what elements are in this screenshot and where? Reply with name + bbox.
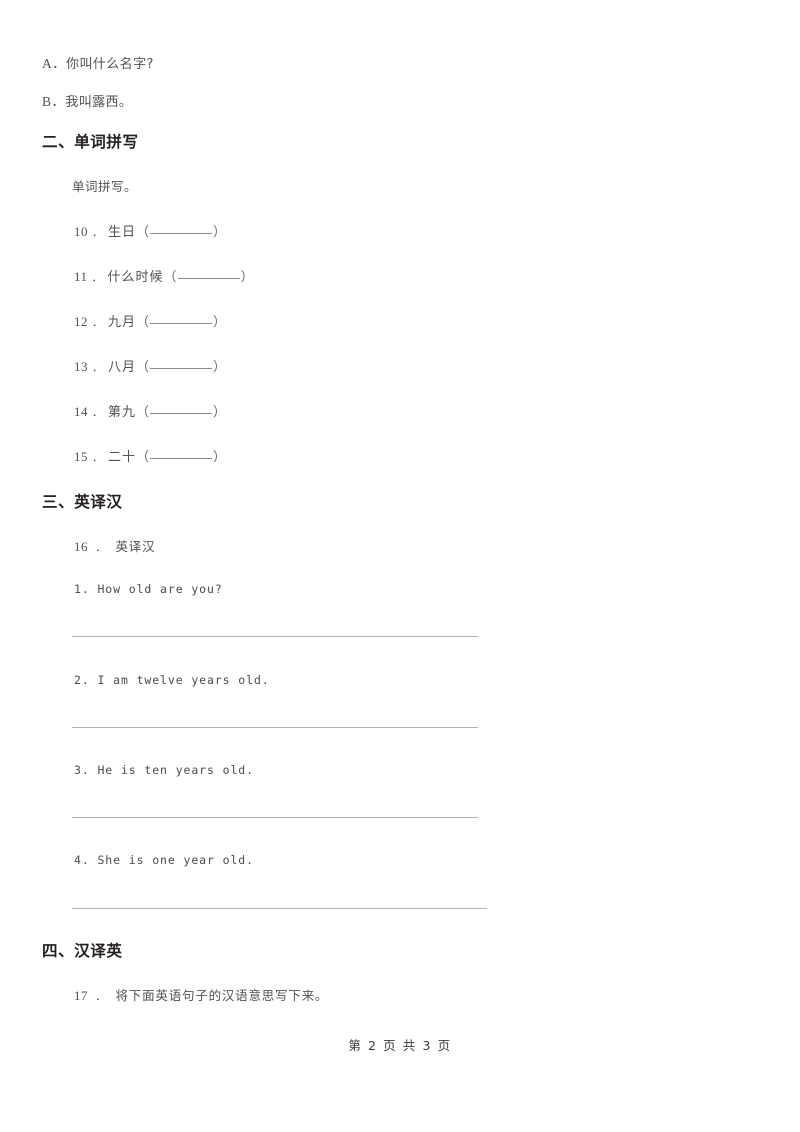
item-paren-open: （ (136, 450, 150, 465)
item-paren-open: （ (136, 315, 150, 330)
spelling-item-14: 14 ． 第九 （ ） (74, 401, 226, 420)
question-17: 17 ． 将下面英语句子的汉语意思写下来。 (74, 985, 328, 1004)
question-text: 英译汉 (115, 539, 156, 554)
answer-blank[interactable] (177, 278, 240, 279)
spelling-item-11: 11 ． 什么时候 （ ） (74, 266, 254, 285)
item-paren-close: ） (213, 225, 227, 240)
option-a-text: 你叫什么名字? (66, 57, 154, 72)
answer-rule-1[interactable] (72, 636, 478, 637)
answer-blank[interactable] (150, 458, 213, 459)
answer-rule-2[interactable] (72, 727, 478, 728)
spelling-item-12: 12 ． 九月 （ ） (74, 311, 226, 330)
item-paren-close: ） (213, 450, 227, 465)
spelling-item-15: 15 ． 二十 （ ） (74, 446, 226, 465)
spelling-item-13: 13 ． 八月 （ ） (74, 356, 226, 375)
answer-blank[interactable] (150, 413, 213, 414)
item-paren-close: ） (213, 405, 227, 420)
answer-blank[interactable] (150, 368, 213, 369)
item-number: 11 (74, 269, 88, 284)
answer-blank[interactable] (150, 323, 213, 324)
section-heading-word-spelling: 二、单词拼写 (42, 133, 139, 151)
carryover-option-b: B．我叫露西。 (42, 90, 132, 110)
item-paren-close: ） (240, 270, 254, 285)
section-heading-english-to-chinese: 三、英译汉 (42, 493, 123, 511)
item-dot: ． (92, 362, 103, 374)
item-number: 12 (74, 314, 88, 329)
item-word: 九月 (108, 315, 137, 330)
item-paren-open: （ (136, 405, 150, 420)
item-paren-open: （ (163, 270, 177, 285)
section-heading-chinese-to-english: 四、汉译英 (42, 942, 123, 960)
carryover-option-a: A．你叫什么名字? (42, 52, 154, 72)
question-dot: ． (95, 542, 107, 554)
option-a-label: A． (42, 56, 67, 71)
item-dot: ． (92, 407, 103, 419)
item-dot: ． (92, 317, 103, 329)
item-word: 八月 (108, 360, 137, 375)
question-dot: ． (95, 991, 107, 1003)
answer-blank[interactable] (150, 233, 213, 234)
item-paren-close: ） (213, 360, 227, 375)
item-paren-open: （ (136, 225, 150, 240)
question-number: 16 (74, 539, 88, 554)
item-dot: ． (92, 227, 103, 239)
item-paren-close: ） (213, 315, 227, 330)
question-number: 17 (74, 988, 88, 1003)
item-word: 第九 (108, 405, 137, 420)
item-number: 10 (74, 224, 88, 239)
item-paren-open: （ (136, 360, 150, 375)
option-b-text: 我叫露西。 (65, 95, 133, 110)
option-b-label: B． (42, 94, 66, 109)
question-text: 将下面英语句子的汉语意思写下来。 (115, 988, 329, 1003)
item-number: 13 (74, 359, 88, 374)
exam-page: A．你叫什么名字? B．我叫露西。 二、单词拼写 单词拼写。 10 ． 生日 （… (0, 0, 800, 1132)
english-sentence-4: 4. She is one year old. (74, 853, 254, 867)
answer-rule-3[interactable] (72, 817, 478, 818)
item-number: 14 (74, 404, 88, 419)
section-instruction-word-spelling: 单词拼写。 (72, 179, 138, 194)
item-dot: ． (91, 272, 103, 284)
english-sentence-2: 2. I am twelve years old. (74, 673, 270, 687)
english-sentence-1: 1. How old are you? (74, 582, 223, 596)
item-number: 15 (74, 449, 88, 464)
item-word: 什么时候 (107, 270, 164, 285)
spelling-item-10: 10 ． 生日 （ ） (74, 221, 226, 240)
answer-rule-4[interactable] (72, 908, 487, 909)
item-word: 二十 (108, 450, 137, 465)
question-16: 16 ． 英译汉 (74, 536, 155, 555)
item-word: 生日 (108, 225, 137, 240)
page-footer: 第 2 页 共 3 页 (348, 1038, 452, 1053)
item-dot: ． (92, 452, 103, 464)
english-sentence-3: 3. He is ten years old. (74, 763, 254, 777)
